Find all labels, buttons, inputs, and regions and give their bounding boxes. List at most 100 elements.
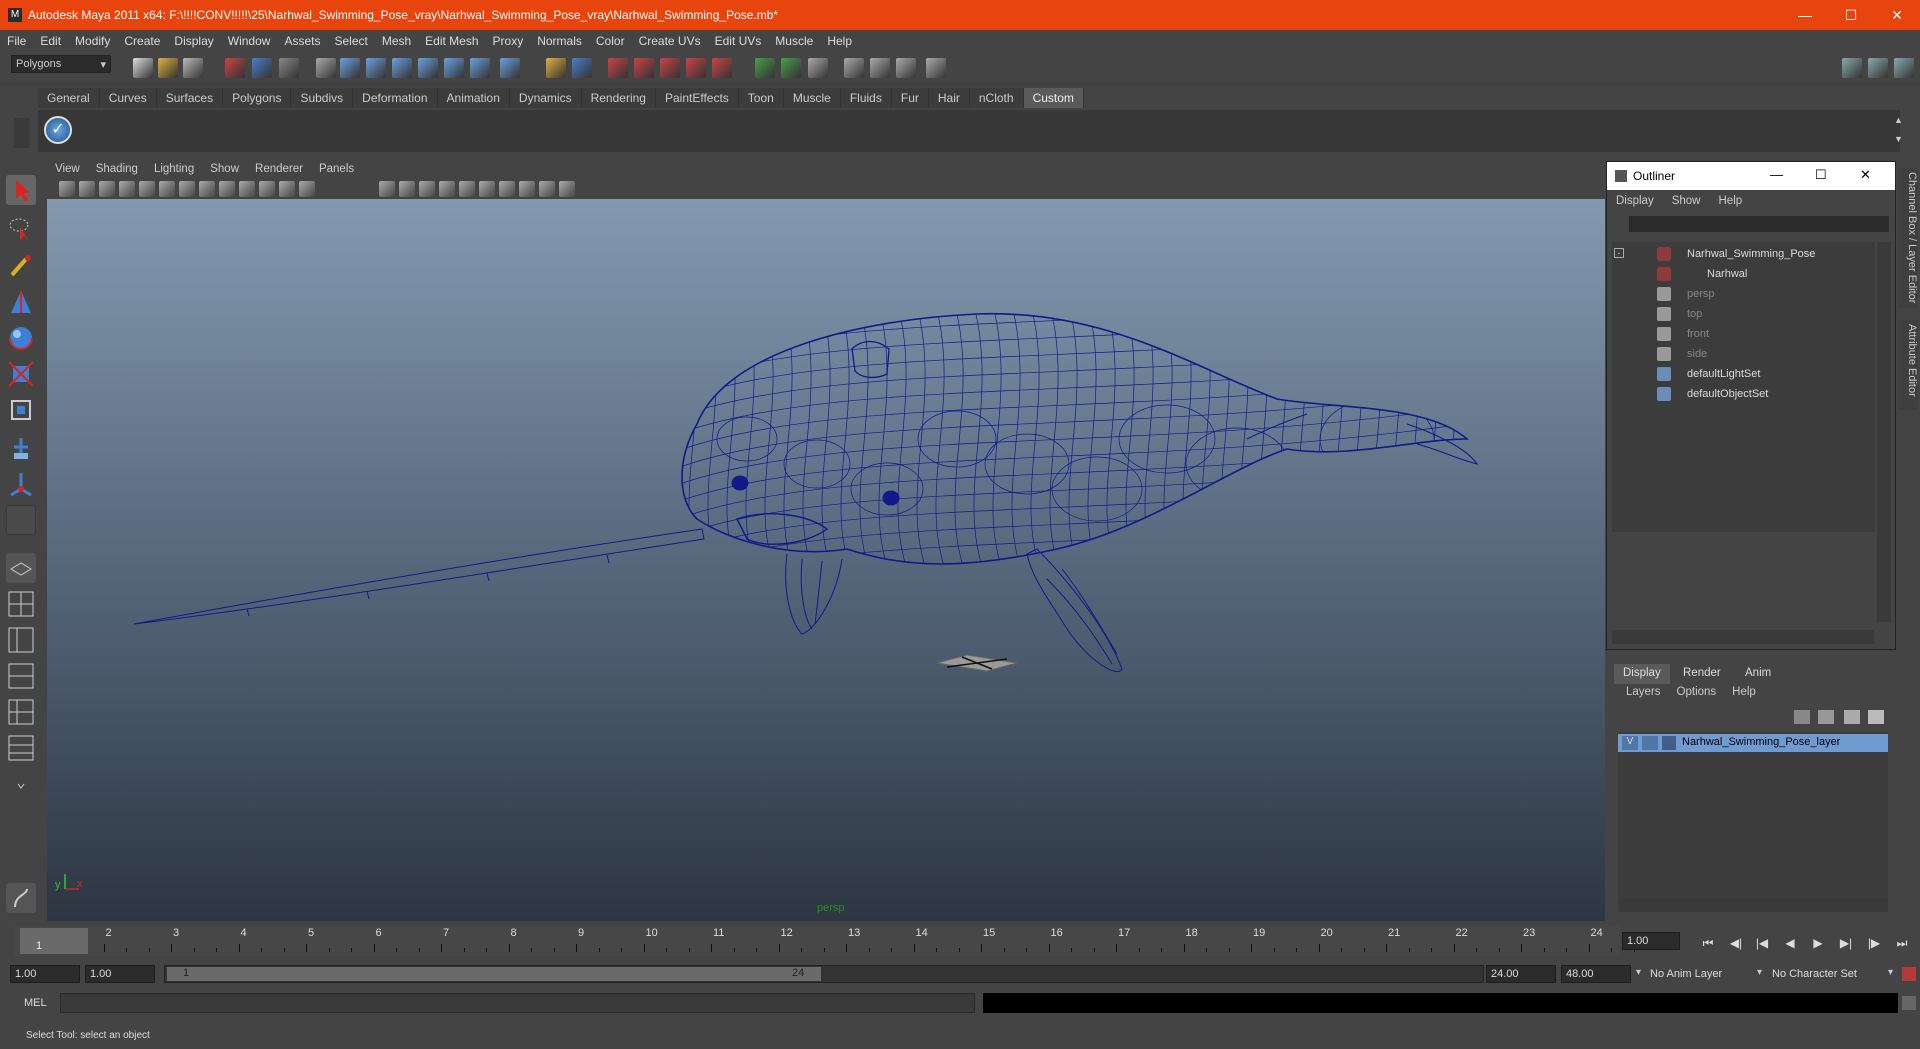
character-set-dropdown[interactable]: No Character Set xyxy=(1772,965,1888,983)
shaded-wire-icon[interactable] xyxy=(419,181,435,197)
input-ops-icon[interactable] xyxy=(546,58,566,78)
playback-end-field[interactable]: 24.00 xyxy=(1486,965,1556,983)
shelf-tab-muscle[interactable]: Muscle xyxy=(783,88,841,108)
go-to-start-icon[interactable]: ⏮ xyxy=(1698,933,1718,953)
command-language-label[interactable]: MEL xyxy=(24,997,47,1009)
outliner-item-persp[interactable]: persp xyxy=(1687,284,1715,304)
menu-mesh[interactable]: Mesh xyxy=(375,34,418,48)
render-view-icon[interactable] xyxy=(781,58,801,78)
viewport-menu-panels[interactable]: Panels xyxy=(311,163,362,175)
safe-action-icon[interactable] xyxy=(279,181,295,197)
step-forward-key-icon[interactable]: |▶ xyxy=(1864,933,1884,953)
2d-pan-icon[interactable] xyxy=(139,181,155,197)
paint-select-tool-icon[interactable] xyxy=(6,251,36,281)
paint-brush-icon[interactable] xyxy=(6,883,36,913)
menu-create[interactable]: Create xyxy=(117,34,167,48)
close-button[interactable]: ✕ xyxy=(1874,0,1920,30)
ipr-render-icon[interactable] xyxy=(660,58,680,78)
layer-menu-options[interactable]: Options xyxy=(1669,686,1725,704)
shelf-options-icon[interactable] xyxy=(14,118,30,148)
viewport-menu-show[interactable]: Show xyxy=(202,163,247,175)
output-ops-icon[interactable] xyxy=(572,58,592,78)
hypershade-layout-icon[interactable] xyxy=(6,697,36,727)
layout-icon-2[interactable] xyxy=(1868,58,1888,78)
menu-create-uvs[interactable]: Create UVs xyxy=(632,34,708,48)
tool-settings-icon[interactable] xyxy=(870,58,890,78)
shelf-tab-polygons[interactable]: Polygons xyxy=(223,88,292,108)
camera-attr-icon[interactable] xyxy=(79,181,95,197)
shelf-tab-hair[interactable]: Hair xyxy=(928,88,970,108)
resolution-gate-icon[interactable] xyxy=(219,181,235,197)
shelf-scroll-down-icon[interactable]: ▼ xyxy=(1894,134,1903,144)
select-tool-icon[interactable] xyxy=(6,175,36,205)
show-manipulator-icon[interactable] xyxy=(6,469,36,499)
grid-icon[interactable] xyxy=(179,181,195,197)
image-plane-icon[interactable] xyxy=(119,181,135,197)
smooth-shade-icon[interactable] xyxy=(399,181,415,197)
outliner-minimize-icon[interactable]: — xyxy=(1770,167,1783,182)
outliner-item-side[interactable]: side xyxy=(1687,344,1707,364)
light-icon[interactable] xyxy=(459,181,475,197)
shelf-tab-curves[interactable]: Curves xyxy=(99,88,157,108)
viewport-menu-lighting[interactable]: Lighting xyxy=(146,163,202,175)
viewport-menu-view[interactable]: View xyxy=(47,163,88,175)
outliner-menu-help[interactable]: Help xyxy=(1710,195,1752,207)
layout-icon-3[interactable] xyxy=(1894,58,1914,78)
open-scene-icon[interactable] xyxy=(158,58,178,78)
playback-start-field[interactable]: 1.00 xyxy=(85,965,155,983)
snap-curve-icon[interactable] xyxy=(366,58,386,78)
gate-mask-icon[interactable] xyxy=(239,181,255,197)
shelf-tab-fur[interactable]: Fur xyxy=(891,88,929,108)
end-time-field[interactable]: 48.00 xyxy=(1561,965,1631,983)
outliner-menu-display[interactable]: Display xyxy=(1607,195,1663,207)
film-gate-icon[interactable] xyxy=(199,181,215,197)
play-backward-icon[interactable]: ◀ xyxy=(1780,933,1800,953)
layer-color-icon[interactable] xyxy=(1662,736,1676,750)
layer-tab-anim[interactable]: Anim xyxy=(1736,664,1780,684)
shelf-tab-animation[interactable]: Animation xyxy=(437,88,510,108)
outliner-maximize-icon[interactable]: ☐ xyxy=(1815,167,1827,183)
camera-icon[interactable] xyxy=(844,58,864,78)
layer-horizontal-scrollbar[interactable] xyxy=(1618,898,1888,912)
shelf-scroll-up-icon[interactable]: ▲ xyxy=(1894,115,1903,125)
render-settings-icon[interactable] xyxy=(686,58,706,78)
timeline-track[interactable]: 123456789101112131415161718192021222324 xyxy=(14,926,1635,956)
menu-edit-mesh[interactable]: Edit Mesh xyxy=(418,34,485,48)
outliner-close-icon[interactable]: ✕ xyxy=(1860,167,1871,183)
channel-box-icon[interactable] xyxy=(896,58,916,78)
menu-display[interactable]: Display xyxy=(167,34,220,48)
last-tool-icon[interactable] xyxy=(6,505,36,535)
select-component-icon[interactable] xyxy=(279,58,299,78)
shelf-tab-fluids[interactable]: Fluids xyxy=(840,88,892,108)
viewport-menu-renderer[interactable]: Renderer xyxy=(247,163,311,175)
menu-muscle[interactable]: Muscle xyxy=(768,34,820,48)
go-to-end-icon[interactable]: ⏭ xyxy=(1892,933,1912,953)
layout-options-icon[interactable] xyxy=(6,771,36,801)
outliner-item-defaultlightset[interactable]: defaultLightSet xyxy=(1687,364,1760,384)
outliner-item-narhwal[interactable]: Narhwal xyxy=(1707,264,1747,284)
outliner-filter-field[interactable] xyxy=(1629,216,1889,232)
lock-selection-icon[interactable] xyxy=(316,58,336,78)
isolate-select-icon[interactable] xyxy=(499,181,515,197)
layer-tab-display[interactable]: Display xyxy=(1614,664,1670,684)
layer-move-down-icon[interactable] xyxy=(1868,710,1884,724)
outliner-item-narhwal-swimming-pose[interactable]: Narhwal_Swimming_Pose xyxy=(1687,244,1815,264)
menu-color[interactable]: Color xyxy=(589,34,632,48)
chevron-down-icon[interactable]: ▾ xyxy=(1757,967,1762,978)
soft-mod-tool-icon[interactable] xyxy=(6,433,36,463)
xray-joints-icon[interactable] xyxy=(539,181,555,197)
field-chart-icon[interactable] xyxy=(259,181,275,197)
wireframe-icon[interactable] xyxy=(379,181,395,197)
single-pane-layout-icon[interactable] xyxy=(6,553,36,583)
shelf-tab-surfaces[interactable]: Surfaces xyxy=(156,88,224,108)
rotate-tool-icon[interactable] xyxy=(6,323,36,353)
command-input[interactable] xyxy=(60,993,975,1013)
make-live-icon[interactable] xyxy=(470,58,490,78)
menu-edit-uvs[interactable]: Edit UVs xyxy=(708,34,769,48)
range-slider[interactable]: 1 24 xyxy=(164,965,1484,983)
menu-window[interactable]: Window xyxy=(221,34,278,48)
construction-history-icon[interactable] xyxy=(608,58,628,78)
layer-menu-layers[interactable]: Layers xyxy=(1618,686,1669,704)
shelf-tab-general[interactable]: General xyxy=(38,88,100,108)
time-slider[interactable]: 123456789101112131415161718192021222324 … xyxy=(0,926,1635,958)
